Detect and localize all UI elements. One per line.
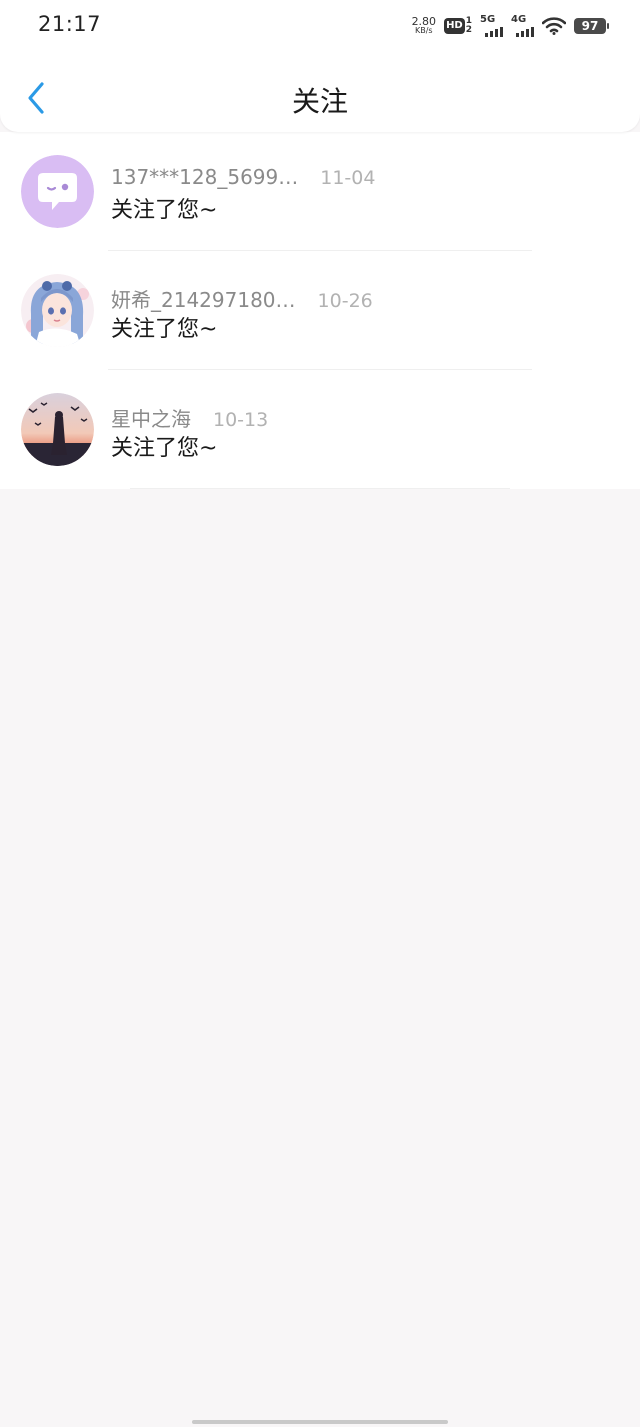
- list-item[interactable]: 妍希_214297180… 10-26 关注了您~: [0, 251, 640, 370]
- sunset-birds-avatar-icon: [21, 393, 94, 466]
- list-item[interactable]: 137***128_5699… 11-04 关注了您~: [0, 132, 640, 251]
- network-speed-value: 2.80: [411, 15, 437, 28]
- notification-message: 关注了您~: [111, 198, 218, 223]
- user-name[interactable]: 137***128_5699…: [111, 165, 298, 189]
- hd-sim-numbers: 1 2: [466, 17, 472, 35]
- page-title: 关注: [291, 85, 348, 118]
- signal-5g-bars: [485, 27, 503, 37]
- home-indicator[interactable]: [192, 1420, 448, 1424]
- notification-message: 关注了您~: [111, 436, 218, 461]
- follow-notification-list: 137***128_5699… 11-04 关注了您~ 妍希_214297180…: [0, 132, 640, 489]
- notification-message: 关注了您~: [111, 317, 218, 342]
- avatar[interactable]: [21, 393, 94, 466]
- notification-date: 11-04: [320, 167, 376, 189]
- list-item-meta: 妍希_214297180… 10-26: [111, 284, 373, 313]
- status-icons: 2.80 KB/s HD 1 2 5G 4G 97: [411, 14, 609, 38]
- divider: [130, 488, 510, 489]
- header-bar: 21:17 2.80 KB/s HD 1 2 5G 4G 97 关注: [0, 0, 640, 132]
- battery-icon: 97: [574, 18, 609, 34]
- user-name[interactable]: 星中之海: [111, 403, 191, 432]
- list-item-meta: 137***128_5699… 11-04: [111, 165, 375, 189]
- notification-date: 10-13: [213, 409, 269, 431]
- status-time: 21:17: [38, 12, 102, 36]
- user-name[interactable]: 妍希_214297180…: [111, 284, 296, 313]
- avatar[interactable]: [21, 274, 94, 347]
- wifi-icon: [542, 17, 566, 35]
- list-item[interactable]: 星中之海 10-13 关注了您~: [0, 370, 640, 489]
- hd-label: HD: [444, 18, 465, 34]
- status-bar: 21:17 2.80 KB/s HD 1 2 5G 4G 97: [0, 0, 640, 52]
- hd-sim-2: 2: [465, 25, 472, 35]
- network-speed-unit: KB/s: [415, 26, 433, 35]
- avatar[interactable]: [21, 155, 94, 228]
- signal-5g-label: 5G: [480, 14, 496, 25]
- notification-date: 10-26: [317, 290, 373, 312]
- signal-4g-bars: [516, 27, 534, 37]
- anime-girl-avatar-icon: [21, 274, 94, 347]
- hd-icon: HD 1 2: [444, 17, 472, 35]
- network-speed: 2.80 KB/s: [411, 15, 437, 35]
- list-item-meta: 星中之海 10-13: [111, 403, 268, 432]
- signal-4g-icon: 4G: [511, 14, 534, 37]
- signal-5g-icon: 5G: [480, 14, 503, 37]
- chat-bubble-avatar-icon: [21, 155, 94, 228]
- signal-4g-label: 4G: [511, 14, 527, 25]
